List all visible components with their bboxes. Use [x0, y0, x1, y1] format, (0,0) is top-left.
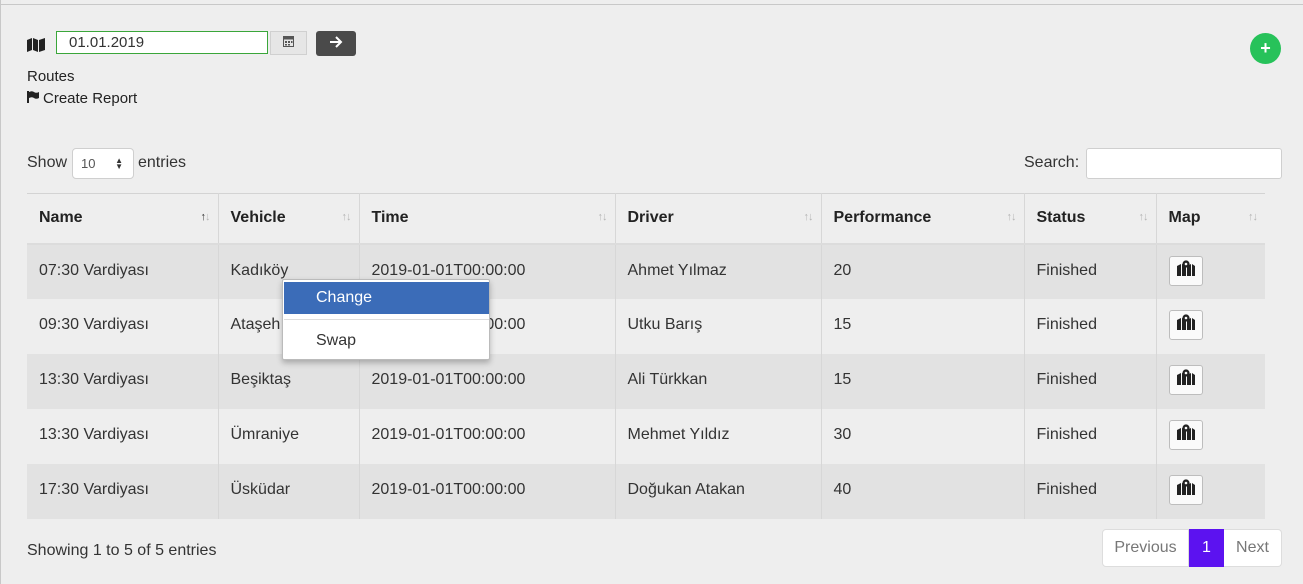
- show-map-button[interactable]: [1168, 419, 1203, 450]
- table-row[interactable]: 07:30 Vardiyası Kadıköy 2019-01-01T00:00…: [27, 243, 1265, 299]
- column-header-time[interactable]: Time ↑↓: [359, 193, 616, 244]
- show-map-button[interactable]: [1168, 364, 1203, 395]
- calendar-button[interactable]: [270, 31, 307, 55]
- context-menu: Change Swap: [282, 279, 490, 360]
- add-route-button[interactable]: +: [1250, 33, 1281, 64]
- context-menu-change[interactable]: Change: [284, 282, 489, 314]
- entries-select-value: 10: [81, 156, 96, 171]
- column-header-name[interactable]: Name ↑↓: [27, 193, 219, 244]
- search-input[interactable]: [1086, 148, 1282, 179]
- table-row[interactable]: 13:30 Vardiyası Beşiktaş 2019-01-01T00:0…: [27, 353, 1265, 409]
- cell-status: Finished: [1024, 243, 1157, 299]
- cell-name: 07:30 Vardiyası: [27, 243, 219, 299]
- cell-driver: Doğukan Atakan: [615, 463, 822, 519]
- map-marker-icon: [1176, 314, 1195, 335]
- go-button[interactable]: [316, 31, 356, 56]
- cell-vehicle[interactable]: Üsküdar: [218, 463, 360, 519]
- table-row[interactable]: 13:30 Vardiyası Ümraniye 2019-01-01T00:0…: [27, 408, 1265, 464]
- table-row[interactable]: 17:30 Vardiyası Üsküdar 2019-01-01T00:00…: [27, 463, 1265, 519]
- table-header-row: Name ↑↓ Vehicle ↑↓ Time ↑↓ Driver ↑↓ Perform…: [27, 193, 1265, 244]
- column-header-performance[interactable]: Performance ↑↓: [821, 193, 1025, 244]
- top-border: [0, 0, 1303, 5]
- cell-performance: 20: [821, 243, 1025, 299]
- create-report-label: Create Report: [43, 90, 138, 107]
- arrow-right-icon: [329, 35, 343, 53]
- map-marker-icon: [1176, 260, 1195, 281]
- pagination: Previous 1 Next: [1102, 529, 1282, 567]
- cell-performance: 15: [821, 298, 1025, 354]
- cell-driver: Mehmet Yıldız: [615, 408, 822, 464]
- sort-icon: ↑↓: [1006, 211, 1017, 223]
- show-map-button[interactable]: [1168, 309, 1203, 340]
- cell-vehicle[interactable]: Ümraniye: [218, 408, 360, 464]
- sort-icon: ↑↓: [1248, 211, 1258, 223]
- cell-name: 09:30 Vardiyası: [27, 298, 219, 354]
- page-1-button[interactable]: 1: [1189, 529, 1224, 567]
- column-header-map[interactable]: Map ↑↓: [1156, 194, 1265, 244]
- cell-map: [1156, 464, 1265, 519]
- cell-vehicle[interactable]: Beşiktaş: [218, 353, 360, 409]
- map-marker-icon: [1176, 479, 1195, 500]
- cell-time: 2019-01-01T00:00:00: [359, 408, 616, 464]
- entries-label: entries: [138, 154, 187, 171]
- map-marker-icon: [1176, 369, 1195, 390]
- show-map-button[interactable]: [1168, 474, 1203, 505]
- cell-time: 2019-01-01T00:00:00: [359, 353, 616, 409]
- table-row[interactable]: 09:30 Vardiyası Ataşeh 2019-01-01T00:00:…: [27, 298, 1265, 354]
- cell-status: Finished: [1024, 408, 1157, 464]
- routes-heading: Routes: [27, 68, 75, 85]
- context-menu-swap[interactable]: Swap: [284, 325, 489, 357]
- sort-asc-icon: ↑↓: [200, 211, 211, 223]
- cell-name: 13:30 Vardiyası: [27, 408, 219, 464]
- cell-driver: Ahmet Yılmaz: [615, 243, 822, 299]
- routes-table: Name ↑↓ Vehicle ↑↓ Time ↑↓ Driver ↑↓ Perform…: [27, 193, 1265, 519]
- cell-map: [1156, 244, 1265, 299]
- previous-page-button[interactable]: Previous: [1102, 529, 1189, 567]
- sort-icon: ↑↓: [1138, 211, 1149, 223]
- sort-icon: ↑↓: [803, 211, 814, 223]
- show-map-button[interactable]: [1168, 255, 1203, 286]
- context-menu-divider: [284, 319, 489, 320]
- map-marker-icon: [1176, 424, 1195, 445]
- cell-status: Finished: [1024, 353, 1157, 409]
- create-report-link[interactable]: Create Report: [27, 90, 137, 107]
- plus-icon: +: [1260, 38, 1271, 58]
- date-input[interactable]: [56, 31, 268, 54]
- sort-icon: ↑↓: [341, 211, 352, 223]
- cell-performance: 40: [821, 463, 1025, 519]
- column-header-status[interactable]: Status ↑↓: [1024, 193, 1157, 244]
- select-arrows-icon: ▲ ▼: [115, 156, 123, 171]
- show-label: Show: [27, 154, 68, 171]
- map-icon: [27, 38, 45, 52]
- column-header-driver[interactable]: Driver ↑↓: [615, 193, 822, 244]
- column-header-vehicle[interactable]: Vehicle ↑↓: [218, 193, 360, 244]
- cell-performance: 30: [821, 408, 1025, 464]
- cell-status: Finished: [1024, 298, 1157, 354]
- next-page-button[interactable]: Next: [1224, 529, 1282, 567]
- sort-icon: ↑↓: [597, 211, 608, 223]
- cell-map: [1156, 354, 1265, 409]
- cell-name: 13:30 Vardiyası: [27, 353, 219, 409]
- table-info: Showing 1 to 5 of 5 entries: [27, 542, 217, 559]
- cell-driver: Utku Barış: [615, 298, 822, 354]
- flag-icon: [27, 90, 39, 107]
- search-label: Search:: [1024, 154, 1080, 171]
- left-border: [0, 0, 1, 584]
- cell-map: [1156, 299, 1265, 354]
- cell-time: 2019-01-01T00:00:00: [359, 463, 616, 519]
- cell-driver: Ali Türkkan: [615, 353, 822, 409]
- entries-select[interactable]: 10 ▲ ▼: [72, 148, 134, 179]
- calendar-icon: [283, 34, 294, 52]
- cell-performance: 15: [821, 353, 1025, 409]
- cell-status: Finished: [1024, 463, 1157, 519]
- cell-name: 17:30 Vardiyası: [27, 463, 219, 519]
- cell-map: [1156, 409, 1265, 464]
